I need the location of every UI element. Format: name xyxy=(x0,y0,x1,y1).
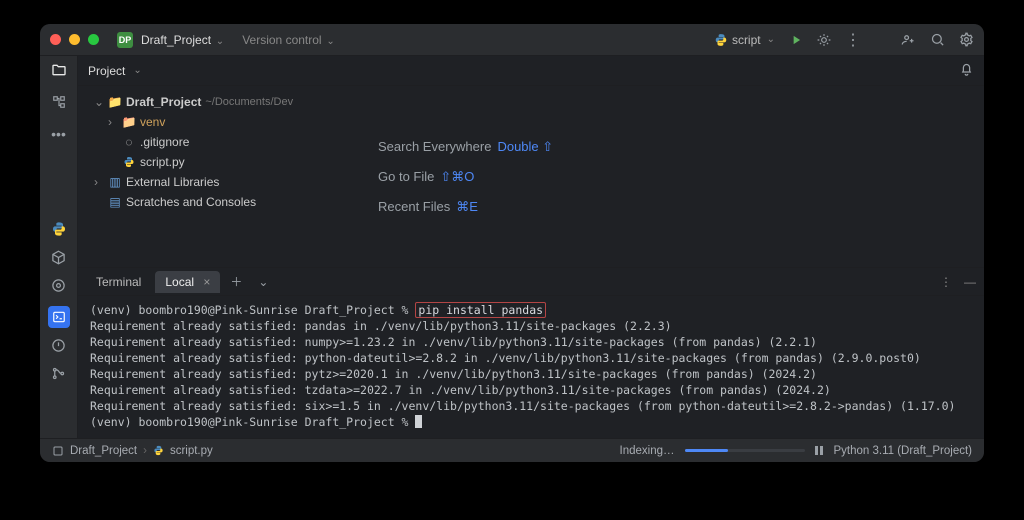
project-name-label: Draft_Project xyxy=(141,33,211,47)
chevron-down-icon: ⌄ xyxy=(324,36,335,47)
interpreter-label[interactable]: Python 3.11 (Draft_Project) xyxy=(834,445,973,457)
vcs-label: Version control xyxy=(242,33,321,47)
tree-root[interactable]: ⌄ 📁 Draft_Project ~/Documents/Dev xyxy=(94,92,334,112)
close-icon[interactable]: × xyxy=(203,275,210,289)
python-console-button[interactable] xyxy=(51,221,67,240)
progress-bar xyxy=(685,449,805,452)
folder-icon: 📁 xyxy=(122,112,136,132)
more-tool-button[interactable]: ••• xyxy=(51,126,66,142)
tree-label: Scratches and Consoles xyxy=(126,192,256,212)
minimize-window-button[interactable] xyxy=(69,34,80,45)
status-bar: Draft_Project › script.py Indexing… Pyth… xyxy=(40,438,984,462)
close-window-button[interactable] xyxy=(50,34,61,45)
settings-icon[interactable] xyxy=(959,32,974,47)
terminal-prompt: (venv) boombro190@Pink-Sunrise Draft_Pro… xyxy=(90,415,415,429)
empty-editor: Search Everywhere Double ⇧ Go to File ⇧⌘… xyxy=(338,86,984,267)
window-controls xyxy=(50,34,99,45)
goto-file-shortcut: ⇧⌘O xyxy=(440,169,474,185)
terminal-body[interactable]: (venv) boombro190@Pink-Sunrise Draft_Pro… xyxy=(78,296,984,438)
tree-file-gitignore[interactable]: ◌ .gitignore xyxy=(94,132,334,152)
structure-tool-button[interactable] xyxy=(52,95,66,112)
terminal-output-line: Requirement already satisfied: pandas in… xyxy=(90,319,672,333)
search-icon[interactable] xyxy=(930,32,945,47)
tree-label: script.py xyxy=(140,152,185,172)
tool-strip: ••• xyxy=(40,56,78,438)
packages-tool-button[interactable] xyxy=(51,250,66,268)
module-icon xyxy=(52,445,64,457)
toolbar-right: script ⌄ ⋮ xyxy=(714,30,974,50)
maximize-window-button[interactable] xyxy=(88,34,99,45)
terminal-tool-button[interactable] xyxy=(48,306,70,328)
tree-label: .gitignore xyxy=(140,132,189,152)
terminal-cursor xyxy=(415,415,422,428)
tree-label: Draft_Project xyxy=(126,92,201,112)
chevron-down-icon: ⌄ xyxy=(133,65,141,76)
project-badge: DP xyxy=(117,32,133,48)
tree-external-libraries[interactable]: › ▥ External Libraries xyxy=(94,172,334,192)
vcs-tool-button[interactable] xyxy=(51,366,66,384)
run-button[interactable] xyxy=(789,33,803,47)
project-tree[interactable]: ⌄ 📁 Draft_Project ~/Documents/Dev › 📁 ve… xyxy=(78,86,338,267)
breadcrumb[interactable]: Draft_Project xyxy=(70,445,137,457)
terminal-command-highlighted: pip install pandas xyxy=(415,302,546,318)
terminal-pane: Terminal Local × ＋ ⌄ ⋮ — (venv) boombro1… xyxy=(78,267,984,438)
run-config-label: script xyxy=(732,33,761,47)
chevron-right-icon: › xyxy=(143,445,147,457)
chevron-right-icon: › xyxy=(108,112,118,132)
recent-files-shortcut: ⌘E xyxy=(456,199,478,215)
terminal-output-line: Requirement already satisfied: pytz>=202… xyxy=(90,367,817,381)
project-panel-header: Project ⌄ xyxy=(78,56,984,86)
tree-file-script[interactable]: script.py xyxy=(94,152,334,172)
terminal-output-line: Requirement already satisfied: python-da… xyxy=(90,351,921,365)
services-tool-button[interactable] xyxy=(51,278,66,296)
goto-file-label: Go to File xyxy=(378,169,434,184)
chevron-down-icon: ⌄ xyxy=(767,34,775,45)
tree-scratches[interactable]: ▤ Scratches and Consoles xyxy=(94,192,334,212)
python-icon xyxy=(153,445,164,456)
pause-indexing-button[interactable] xyxy=(815,446,824,455)
recent-files-label: Recent Files xyxy=(378,199,450,214)
terminal-output-line: Requirement already satisfied: tzdata>=2… xyxy=(90,383,831,397)
terminal-options-button[interactable]: ⋮ xyxy=(940,275,952,289)
more-button[interactable]: ⋮ xyxy=(845,30,861,50)
new-terminal-button[interactable]: ＋ xyxy=(224,273,248,290)
terminal-title: Terminal xyxy=(86,271,151,293)
terminal-tabs: Terminal Local × ＋ ⌄ ⋮ — xyxy=(78,268,984,296)
hide-terminal-button[interactable]: — xyxy=(964,275,976,289)
titlebar: DP Draft_Project ⌄ Version control ⌄ scr… xyxy=(40,24,984,56)
project-tool-button[interactable] xyxy=(51,62,67,81)
project-panel-title[interactable]: Project xyxy=(88,64,125,78)
tree-folder-venv[interactable]: › 📁 venv xyxy=(94,112,334,132)
chevron-down-icon: ⌄ xyxy=(213,36,224,47)
tree-path: ~/Documents/Dev xyxy=(205,92,293,112)
search-everywhere-shortcut: Double ⇧ xyxy=(497,139,553,155)
python-icon xyxy=(714,33,728,47)
python-icon xyxy=(122,156,136,168)
ide-window: DP Draft_Project ⌄ Version control ⌄ scr… xyxy=(40,24,984,462)
breadcrumb[interactable]: script.py xyxy=(170,445,213,457)
terminal-prompt: (venv) boombro190@Pink-Sunrise Draft_Pro… xyxy=(90,303,415,317)
debug-button[interactable] xyxy=(817,33,831,47)
tree-label: External Libraries xyxy=(126,172,219,192)
vcs-dropdown[interactable]: Version control ⌄ xyxy=(242,33,335,47)
terminal-dropdown[interactable]: ⌄ xyxy=(252,275,274,289)
collab-icon[interactable] xyxy=(901,32,916,47)
folder-icon: 📁 xyxy=(108,92,122,112)
library-icon: ▥ xyxy=(108,172,122,192)
search-everywhere-label: Search Everywhere xyxy=(378,139,491,154)
terminal-output-line: Requirement already satisfied: numpy>=1.… xyxy=(90,335,817,349)
notifications-button[interactable] xyxy=(959,62,974,80)
project-dropdown[interactable]: Draft_Project ⌄ xyxy=(141,33,224,47)
terminal-tab-label: Local xyxy=(165,275,194,289)
chevron-right-icon: › xyxy=(94,172,104,192)
terminal-output-line: Requirement already satisfied: six>=1.5 … xyxy=(90,399,955,413)
run-config-dropdown[interactable]: script ⌄ xyxy=(714,33,775,47)
indexing-label: Indexing… xyxy=(620,445,675,457)
terminal-tab-local[interactable]: Local × xyxy=(155,271,220,293)
file-icon: ◌ xyxy=(122,132,136,152)
chevron-down-icon: ⌄ xyxy=(94,92,104,112)
problems-tool-button[interactable] xyxy=(51,338,66,356)
tree-label: venv xyxy=(140,112,165,132)
scratch-icon: ▤ xyxy=(108,192,122,212)
